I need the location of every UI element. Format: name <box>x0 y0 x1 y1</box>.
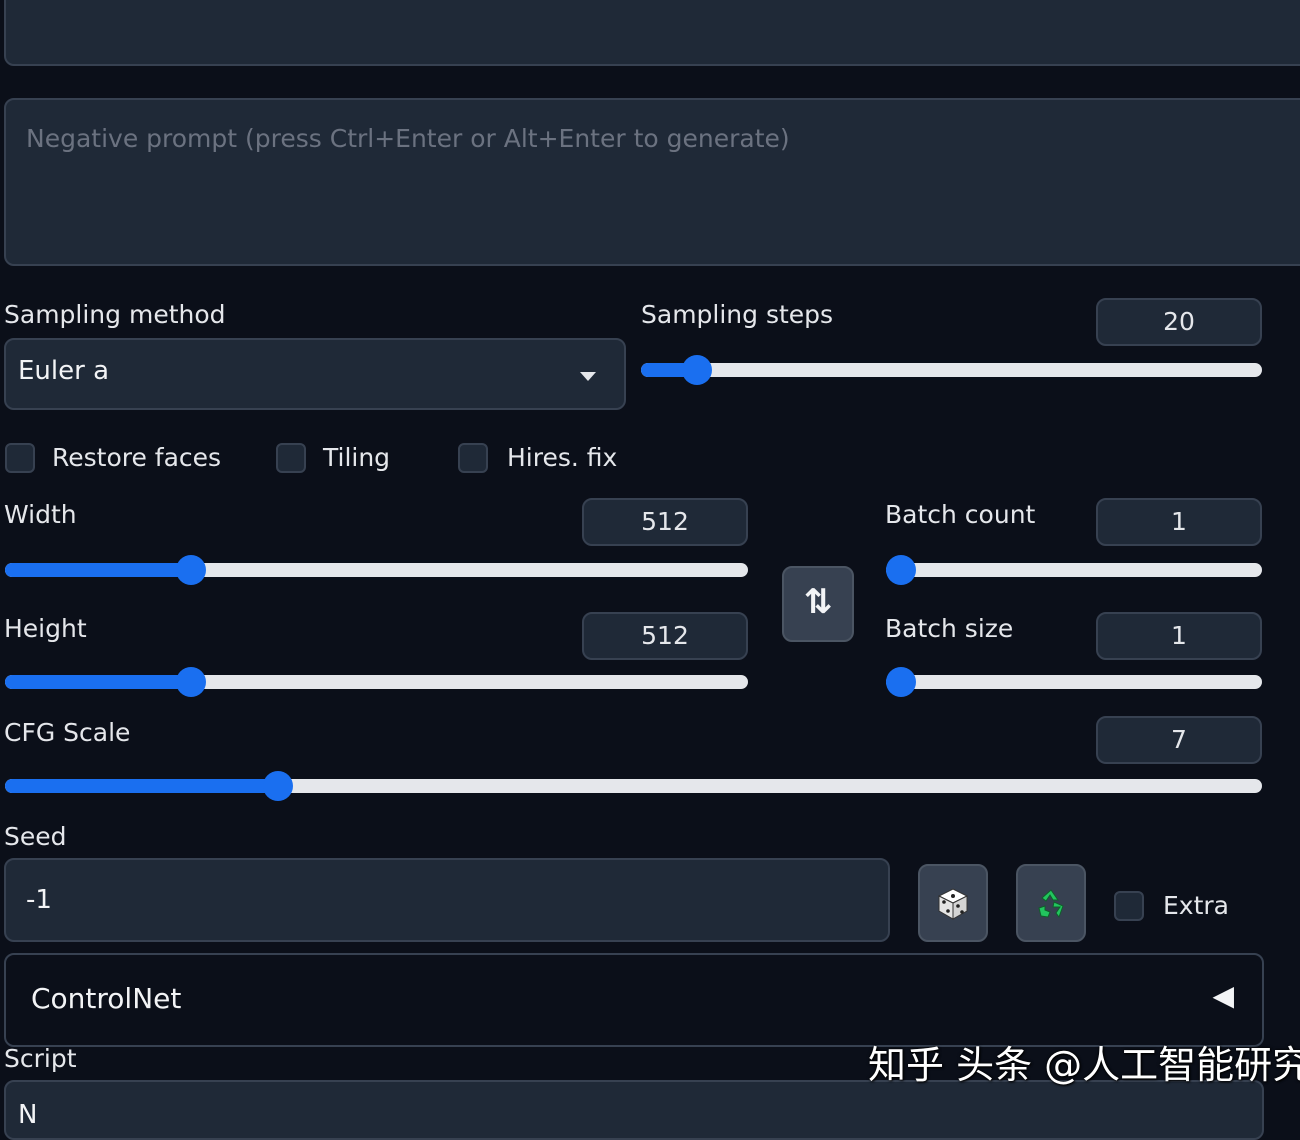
sampling-method-label: Sampling method <box>4 300 226 329</box>
cfg-scale-slider[interactable] <box>5 771 1262 801</box>
controlnet-title: ControlNet <box>31 982 182 1015</box>
batch-count-input[interactable]: 1 <box>1096 498 1262 546</box>
slider-thumb[interactable] <box>176 555 207 585</box>
restore-faces-label: Restore faces <box>52 443 222 472</box>
slider-track <box>886 563 1262 577</box>
slider-thumb[interactable] <box>886 555 916 585</box>
collapse-arrow-icon[interactable]: ◀ <box>1212 979 1234 1012</box>
batch-count-label: Batch count <box>885 500 1036 529</box>
seed-value: -1 <box>26 885 52 915</box>
sampling-steps-input[interactable]: 20 <box>1096 298 1262 346</box>
slider-fill <box>5 779 278 793</box>
sampling-method-value: Euler a <box>18 356 110 386</box>
slider-track <box>886 675 1262 689</box>
reuse-seed-button[interactable] <box>1016 864 1086 942</box>
slider-thumb[interactable] <box>886 667 916 697</box>
batch-size-input[interactable]: 1 <box>1096 612 1262 660</box>
seed-input[interactable]: -1 <box>4 858 890 942</box>
negative-prompt-placeholder: Negative prompt (press Ctrl+Enter or Alt… <box>26 124 790 153</box>
chevron-down-icon <box>580 372 596 381</box>
negative-prompt-textarea[interactable]: Negative prompt (press Ctrl+Enter or Alt… <box>4 98 1300 266</box>
cfg-scale-input[interactable]: 7 <box>1096 716 1262 764</box>
script-dropdown[interactable]: N <box>4 1080 1264 1140</box>
width-label: Width <box>4 500 77 529</box>
recycle-icon <box>1038 889 1064 919</box>
extra-seed-checkbox[interactable] <box>1114 891 1144 921</box>
width-input[interactable]: 512 <box>582 498 748 546</box>
script-label: Script <box>4 1044 77 1073</box>
slider-thumb[interactable] <box>682 355 713 385</box>
batch-size-slider[interactable] <box>886 667 1262 697</box>
prompt-textarea[interactable] <box>4 0 1300 66</box>
extra-seed-label: Extra <box>1163 891 1229 920</box>
seed-label: Seed <box>4 822 67 851</box>
height-input[interactable]: 512 <box>582 612 748 660</box>
slider-track <box>641 363 1262 377</box>
dice-icon <box>937 888 969 920</box>
watermark-text: 知乎 头条 @人工智能研究所 <box>868 1043 1300 1087</box>
swap-dimensions-button[interactable]: ⇅ <box>782 566 854 642</box>
swap-arrows-icon: ⇅ <box>803 582 833 622</box>
height-slider[interactable] <box>5 667 748 697</box>
restore-faces-checkbox[interactable] <box>5 443 35 473</box>
cfg-scale-label: CFG Scale <box>4 718 131 747</box>
sampling-steps-label: Sampling steps <box>641 300 834 329</box>
tiling-label: Tiling <box>323 443 391 472</box>
controlnet-accordion[interactable]: ControlNet ◀ <box>4 953 1264 1047</box>
script-value: N <box>18 1100 38 1130</box>
sampling-steps-slider[interactable] <box>641 355 1262 385</box>
slider-thumb[interactable] <box>262 771 293 801</box>
sampling-method-dropdown[interactable]: Euler a <box>4 338 626 410</box>
batch-count-slider[interactable] <box>886 555 1262 585</box>
slider-fill <box>5 563 192 577</box>
width-slider[interactable] <box>5 555 748 585</box>
slider-fill <box>5 675 192 689</box>
hires-fix-checkbox[interactable] <box>458 443 488 473</box>
random-seed-button[interactable] <box>918 864 988 942</box>
height-label: Height <box>4 614 87 643</box>
slider-thumb[interactable] <box>176 667 207 697</box>
tiling-checkbox[interactable] <box>276 443 306 473</box>
hires-fix-label: Hires. fix <box>507 443 618 472</box>
batch-size-label: Batch size <box>885 614 1014 643</box>
